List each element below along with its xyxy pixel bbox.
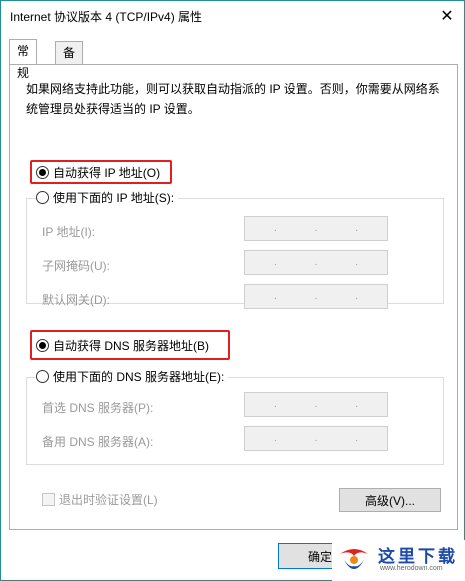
ip-dot: . [355, 399, 359, 410]
validate-checkbox-row[interactable]: 退出时验证设置(L) [42, 491, 158, 508]
subnet-mask-label: 子网掩码(U): [42, 259, 110, 273]
ip-dot: . [355, 291, 359, 302]
manual-dns-radio[interactable] [36, 370, 49, 383]
watermark-url: www.herodown.com [380, 565, 443, 572]
preferred-dns-label: 首选 DNS 服务器(P): [42, 401, 154, 415]
ip-dot: . [273, 257, 277, 268]
alternate-dns-input[interactable]: ... [244, 426, 388, 451]
close-icon[interactable]: ✕ [430, 1, 464, 31]
ip-dot: . [273, 433, 277, 444]
advanced-button[interactable]: 高级(V)... [339, 488, 441, 512]
manual-dns-label: 使用下面的 DNS 服务器地址(E): [53, 370, 225, 384]
auto-ip-radio[interactable] [36, 166, 49, 179]
site-watermark: 这里下载 www.herodown.com [332, 540, 465, 581]
tab-general[interactable]: 常规 [9, 39, 38, 80]
default-gateway-label: 默认网关(D): [42, 293, 110, 307]
watermark-logo-icon [340, 549, 368, 569]
ip-dot: . [314, 291, 318, 302]
window-title: Internet 协议版本 4 (TCP/IPv4) 属性 [10, 10, 203, 24]
auto-ip-label: 自动获得 IP 地址(O) [53, 166, 161, 180]
manual-ip-radio-row[interactable]: 使用下面的 IP 地址(S): [36, 189, 179, 206]
auto-ip-radio-row[interactable]: 自动获得 IP 地址(O) [36, 164, 160, 181]
alternate-dns-label: 备用 DNS 服务器(A): [42, 435, 154, 449]
manual-dns-radio-row[interactable]: 使用下面的 DNS 服务器地址(E): [36, 368, 229, 385]
description-text: 如果网络支持此功能，则可以获取自动指派的 IP 设置。否则，你需要从网络系统管理… [26, 82, 440, 116]
ip-dot: . [314, 399, 318, 410]
ip-dot: . [355, 257, 359, 268]
ip-dot: . [355, 223, 359, 234]
subnet-mask-input[interactable]: ... [244, 250, 388, 275]
ip-address-input[interactable]: ... [244, 216, 388, 241]
validate-checkbox[interactable] [42, 493, 55, 506]
manual-ip-label: 使用下面的 IP 地址(S): [53, 191, 175, 205]
auto-dns-radio-row[interactable]: 自动获得 DNS 服务器地址(B) [36, 337, 209, 354]
ip-dot: . [314, 257, 318, 268]
ip-dot: . [355, 433, 359, 444]
ip-dot: . [314, 433, 318, 444]
ip-address-label: IP 地址(I): [42, 225, 96, 239]
watermark-text: 这里下载 [378, 547, 458, 567]
ip-dot: . [273, 291, 277, 302]
title-bar: Internet 协议版本 4 (TCP/IPv4) 属性 ✕ [1, 1, 464, 31]
tab-alternate-config[interactable]: 备用配置 [55, 41, 84, 126]
dns-groupbox [26, 377, 444, 465]
manual-ip-radio[interactable] [36, 191, 49, 204]
ip-dot: . [273, 223, 277, 234]
default-gateway-input[interactable]: ... [244, 284, 388, 309]
auto-dns-label: 自动获得 DNS 服务器地址(B) [53, 339, 210, 353]
validate-label: 退出时验证设置(L) [59, 493, 158, 507]
ip-dot: . [273, 399, 277, 410]
ip-dot: . [314, 223, 318, 234]
auto-dns-radio[interactable] [36, 339, 49, 352]
preferred-dns-input[interactable]: ... [244, 392, 388, 417]
general-tab-panel: 如果网络支持此功能，则可以获取自动指派的 IP 设置。否则，你需要从网络系统管理… [9, 64, 458, 530]
dialog-window: Internet 协议版本 4 (TCP/IPv4) 属性 ✕ 常规 备用配置 … [0, 0, 465, 581]
